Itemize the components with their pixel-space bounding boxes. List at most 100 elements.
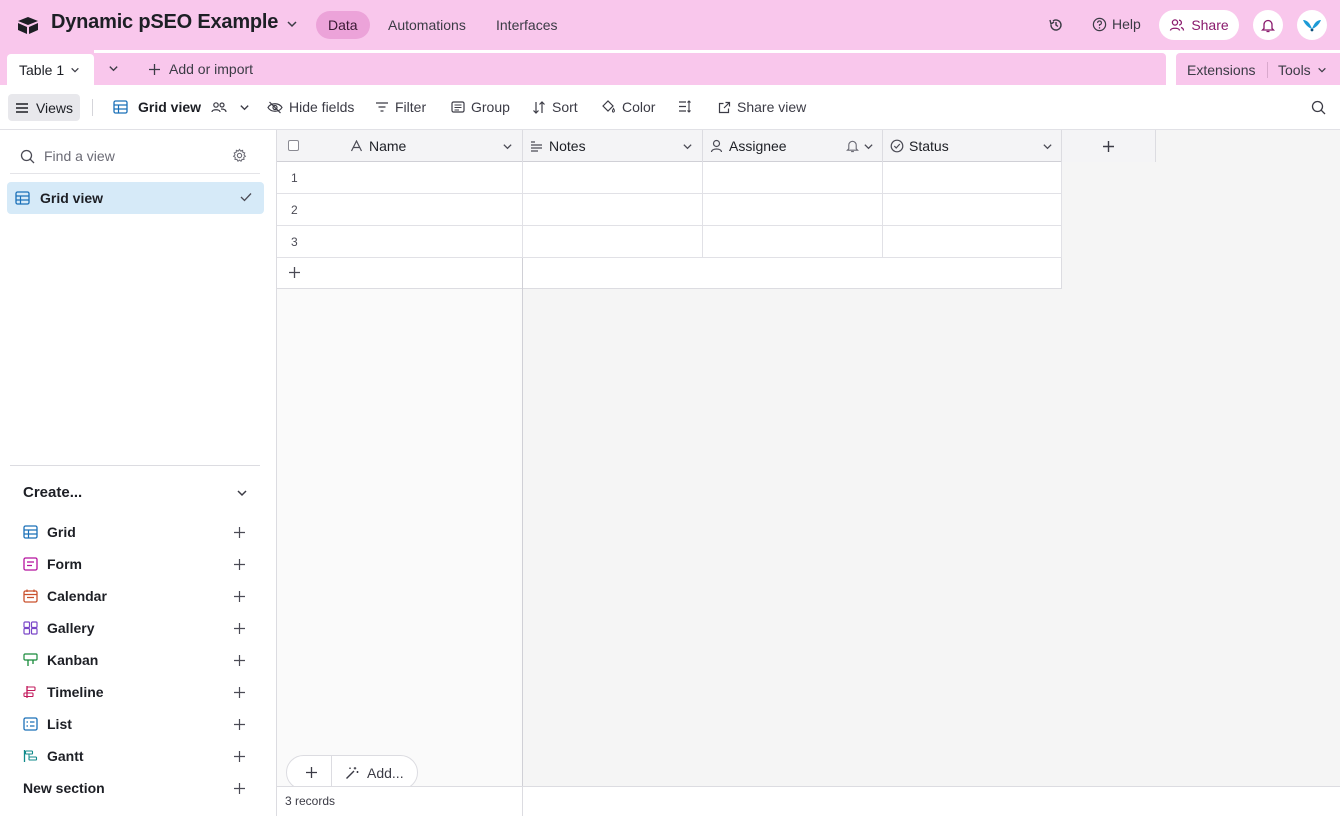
current-view-button[interactable]: Grid view <box>113 99 250 115</box>
plus-icon[interactable] <box>233 718 246 731</box>
help-button[interactable]: Help <box>1092 16 1141 32</box>
avatar-bird-icon <box>1303 20 1321 32</box>
divider <box>331 756 332 789</box>
create-list-view[interactable]: List <box>23 716 72 732</box>
group-button[interactable]: Group <box>451 99 510 115</box>
find-view-placeholder: Find a view <box>44 148 115 164</box>
base-title[interactable]: Dynamic pSEO Example <box>51 11 278 34</box>
sort-icon <box>533 100 545 114</box>
chevron-down-icon[interactable] <box>286 18 298 30</box>
calendar-icon <box>23 589 38 603</box>
cell-status[interactable] <box>883 194 1062 226</box>
color-button[interactable]: Color <box>601 99 655 115</box>
create-kanban-view[interactable]: Kanban <box>23 652 98 668</box>
table-row[interactable]: 2 <box>277 194 1062 226</box>
cell-notes[interactable] <box>523 162 703 194</box>
nav-tab-automations[interactable]: Automations <box>376 11 478 39</box>
find-view-input[interactable]: Find a view <box>20 148 115 164</box>
paint-bucket-icon <box>602 100 615 113</box>
history-icon[interactable] <box>1048 17 1064 33</box>
new-section-button[interactable]: New section <box>23 780 105 796</box>
cell-notes[interactable] <box>523 226 703 258</box>
cell-notes[interactable] <box>523 194 703 226</box>
column-header-notes[interactable]: Notes <box>523 130 703 162</box>
add-label: Add... <box>367 765 404 781</box>
add-field-button[interactable] <box>1062 130 1156 162</box>
search-icon[interactable] <box>1311 100 1326 115</box>
create-gantt-view[interactable]: Gantt <box>23 748 84 764</box>
hide-fields-button[interactable]: Hide fields <box>267 99 354 115</box>
chevron-down-icon[interactable] <box>1042 141 1053 152</box>
add-record-row[interactable] <box>277 258 1062 289</box>
table-row[interactable]: 3 <box>277 226 1062 258</box>
status-icon <box>890 139 904 153</box>
checkmark-icon <box>240 193 252 202</box>
create-grid-view[interactable]: Grid <box>23 524 76 540</box>
tools-label: Tools <box>1278 62 1311 78</box>
sidebar-view-grid-view[interactable]: Grid view <box>7 182 264 214</box>
grid-icon <box>23 525 38 539</box>
cell-status[interactable] <box>883 162 1062 194</box>
cell-name[interactable] <box>277 194 523 226</box>
share-view-label: Share view <box>737 99 807 115</box>
gear-icon[interactable] <box>232 148 247 163</box>
plus-icon[interactable] <box>233 782 246 795</box>
plus-icon[interactable] <box>233 590 246 603</box>
create-calendar-view[interactable]: Calendar <box>23 588 107 604</box>
cell-status[interactable] <box>883 226 1062 258</box>
tools-button[interactable]: Tools <box>1278 62 1327 78</box>
chevron-down-icon[interactable] <box>863 141 874 152</box>
column-header-assignee[interactable]: Assignee <box>703 130 883 162</box>
all-tables-chevron-icon[interactable] <box>108 63 119 74</box>
filter-label: Filter <box>395 99 427 115</box>
plus-icon <box>1103 140 1114 152</box>
cell-assignee[interactable] <box>703 162 883 194</box>
gantt-icon <box>23 750 38 762</box>
create-section-title[interactable]: Create... <box>23 484 82 501</box>
column-header-label: Assignee <box>729 138 787 154</box>
nav-tab-interfaces[interactable]: Interfaces <box>484 11 569 39</box>
text-field-icon <box>350 140 363 152</box>
extensions-button[interactable]: Extensions <box>1187 62 1255 78</box>
plus-icon[interactable] <box>305 766 318 779</box>
create-form-view[interactable]: Form <box>23 556 82 572</box>
cell-assignee[interactable] <box>703 194 883 226</box>
column-header-label: Notes <box>549 138 586 154</box>
plus-icon[interactable] <box>233 750 246 763</box>
sort-button[interactable]: Sort <box>532 99 578 115</box>
share-button[interactable]: Share <box>1159 10 1239 40</box>
chevron-down-icon[interactable] <box>502 141 513 152</box>
cell-name[interactable] <box>277 226 523 258</box>
cell-name[interactable] <box>277 162 523 194</box>
plus-icon[interactable] <box>233 558 246 571</box>
nav-tab-data[interactable]: Data <box>316 11 370 39</box>
filter-button[interactable]: Filter <box>375 99 426 115</box>
plus-icon[interactable] <box>233 526 246 539</box>
add-record-pill: Add... <box>286 755 418 790</box>
select-all-checkbox[interactable] <box>288 140 299 151</box>
plus-icon[interactable] <box>233 654 246 667</box>
plus-icon[interactable] <box>233 686 246 699</box>
table-tab-table-1[interactable]: Table 1 <box>7 54 94 85</box>
views-toggle-button[interactable]: Views <box>8 94 80 121</box>
table-row[interactable]: 1 <box>277 162 1062 194</box>
plus-icon[interactable] <box>233 622 246 635</box>
column-header-name[interactable]: Name <box>277 130 523 162</box>
notifications-button[interactable] <box>1253 10 1283 40</box>
column-header-label: Status <box>909 138 949 154</box>
add-with-ai-button[interactable]: Add... <box>345 765 404 781</box>
create-timeline-view[interactable]: Timeline <box>23 684 104 700</box>
chevron-down-icon[interactable] <box>682 141 693 152</box>
user-avatar[interactable] <box>1297 10 1327 40</box>
kanban-icon <box>23 653 38 666</box>
cell-assignee[interactable] <box>703 226 883 258</box>
share-view-button[interactable]: Share view <box>718 99 806 115</box>
bell-icon[interactable] <box>846 139 859 153</box>
create-gallery-view[interactable]: Gallery <box>23 620 94 636</box>
chevron-down-icon[interactable] <box>236 487 248 499</box>
add-or-import-button[interactable]: Add or import <box>148 61 253 77</box>
row-height-icon[interactable] <box>678 100 692 113</box>
share-label: Share <box>1191 17 1229 33</box>
column-header-status[interactable]: Status <box>883 130 1062 162</box>
airtable-logo-icon[interactable] <box>16 14 40 36</box>
